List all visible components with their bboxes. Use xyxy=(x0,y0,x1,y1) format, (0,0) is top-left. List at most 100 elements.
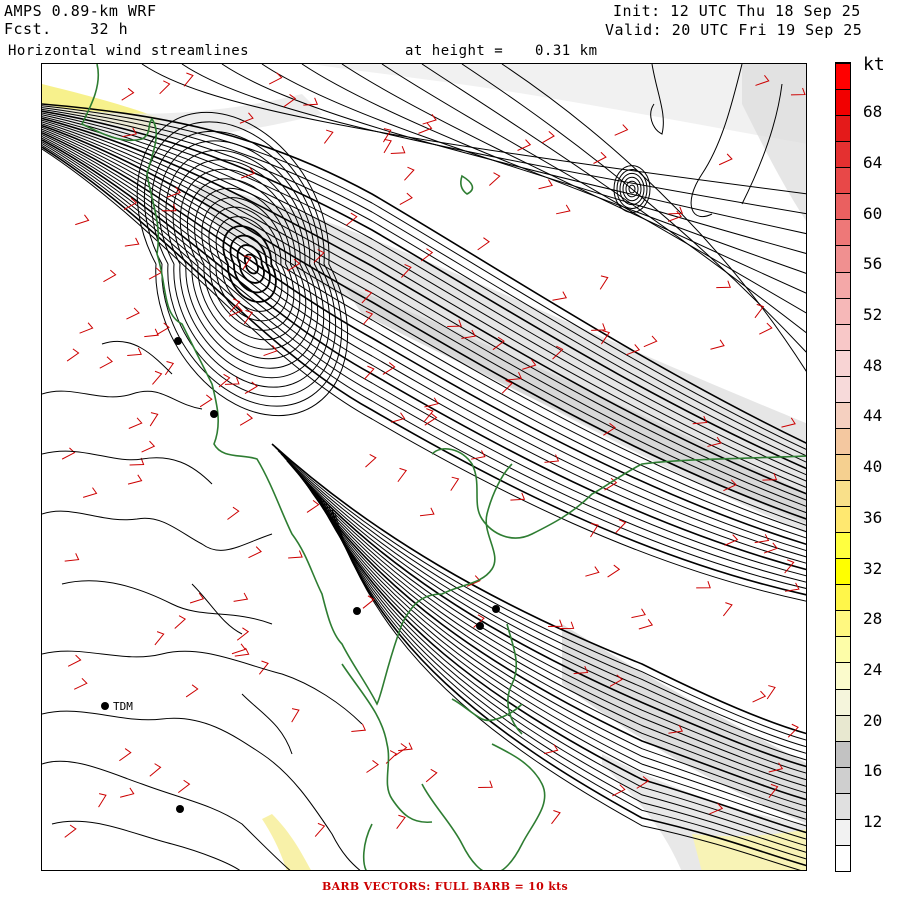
wind-barb xyxy=(489,172,501,186)
wind-barb xyxy=(67,654,82,667)
wind-barb xyxy=(64,824,77,838)
colorbar-cell xyxy=(836,427,850,454)
wind-barb xyxy=(233,592,249,602)
streamline xyxy=(42,135,806,558)
colorbar-tick-label: 60 xyxy=(863,203,883,223)
colorbar-cell xyxy=(836,193,850,220)
wind-barb xyxy=(638,619,654,630)
station-label: TDM xyxy=(113,700,133,713)
station-dot xyxy=(101,702,109,710)
station-dot xyxy=(176,805,184,813)
colorbar-tick-label: 44 xyxy=(863,406,883,426)
colorbar-cell xyxy=(836,792,850,819)
colorbar-cell xyxy=(836,219,850,246)
wind-barb xyxy=(365,453,377,468)
colorbar-cell xyxy=(836,297,850,324)
colorbar-cell xyxy=(836,714,850,741)
colorbar-cell xyxy=(836,688,850,715)
wind-barb xyxy=(314,822,326,837)
height-label: at height = xyxy=(405,43,504,59)
colorbar-cell xyxy=(836,506,850,533)
wind-barb xyxy=(236,627,250,641)
station-dot xyxy=(492,605,500,613)
wind-speed-shading xyxy=(42,64,806,870)
station-dot xyxy=(174,337,182,345)
streamline xyxy=(42,144,806,589)
colorbar-cell xyxy=(836,584,850,611)
colorbar-tick-label: 36 xyxy=(863,507,883,527)
wind-barb xyxy=(593,151,607,164)
init-time: Init: 12 UTC Thu 18 Sep 25 xyxy=(613,2,861,20)
wind-barb xyxy=(759,322,773,335)
wind-barb xyxy=(383,138,392,154)
wind-barb xyxy=(397,467,408,483)
colorbar-cell xyxy=(836,323,850,350)
wind-barb xyxy=(556,204,571,215)
wind-barb xyxy=(599,275,609,290)
wind-barb xyxy=(128,417,143,429)
wind-barb xyxy=(98,793,107,808)
height-value: 0.31 km xyxy=(535,43,598,59)
wind-barb xyxy=(127,347,142,357)
colorbar-cell xyxy=(836,636,850,663)
wind-barb xyxy=(227,506,240,520)
wind-barb xyxy=(450,476,460,491)
wind-barb xyxy=(183,72,194,87)
wind-barb xyxy=(766,685,776,700)
wind-barb xyxy=(631,608,646,619)
colorbar-tick-label: 56 xyxy=(863,254,883,274)
station-dot xyxy=(210,410,218,418)
terrain-contours xyxy=(42,340,363,870)
colorbar-cell xyxy=(836,349,850,376)
wind-barb xyxy=(399,192,413,205)
colorbar-tick-label: 12 xyxy=(863,812,883,831)
map-panel: TDM xyxy=(41,63,807,871)
wind-barb xyxy=(127,474,143,485)
colorbar-cell xyxy=(836,401,850,428)
station-dot xyxy=(353,607,361,615)
colorbar-cell xyxy=(836,89,850,116)
wind-barb xyxy=(99,356,113,369)
streamline xyxy=(286,459,806,768)
colorbar-tick-label: 20 xyxy=(863,710,883,730)
colorbar-cell xyxy=(836,63,850,90)
colorbar-tick-label: 16 xyxy=(863,761,883,781)
station-dot xyxy=(476,622,484,630)
wind-barb xyxy=(351,723,367,733)
wind-barb xyxy=(141,440,156,453)
colorbar-tick-label: 64 xyxy=(863,152,883,172)
wind-barb xyxy=(643,335,658,348)
wind-barb xyxy=(396,814,406,829)
streamline xyxy=(42,146,806,596)
wind-barb xyxy=(551,810,561,825)
wind-barb xyxy=(607,564,621,578)
wind-barb xyxy=(103,269,117,283)
valid-time: Valid: 20 UTC Fri 19 Sep 25 xyxy=(605,21,863,39)
wind-barb xyxy=(552,291,568,301)
wind-barb xyxy=(119,748,132,762)
wind-barb xyxy=(716,280,731,289)
wind-barb xyxy=(124,237,140,247)
colorbar-cell xyxy=(836,662,850,689)
colorbar-cell xyxy=(836,141,850,168)
wind-barb xyxy=(64,553,80,562)
wind-barb xyxy=(510,492,526,501)
colorbar-tick-label: 28 xyxy=(863,609,883,629)
wind-barb xyxy=(82,487,98,498)
colorbar-cell xyxy=(836,375,850,402)
colorbar-tick-label: 24 xyxy=(863,659,883,679)
model-title: AMPS 0.89-km WRF xyxy=(4,2,157,20)
wind-barb xyxy=(404,166,415,181)
wind-barb xyxy=(718,153,733,166)
wind-barb xyxy=(174,615,187,629)
colorbar-tick-label: 48 xyxy=(863,355,883,375)
wind-barb xyxy=(752,690,767,703)
product-title: Horizontal wind streamlines xyxy=(8,43,250,59)
wind-barb xyxy=(199,394,213,408)
wind-barb xyxy=(477,237,490,251)
wind-barb xyxy=(248,546,262,559)
wind-barb xyxy=(390,146,406,154)
colorbar-cell xyxy=(836,740,850,767)
footer-note: BARB VECTORS: FULL BARB = 10 kts xyxy=(322,880,568,893)
wind-barb xyxy=(541,130,555,144)
